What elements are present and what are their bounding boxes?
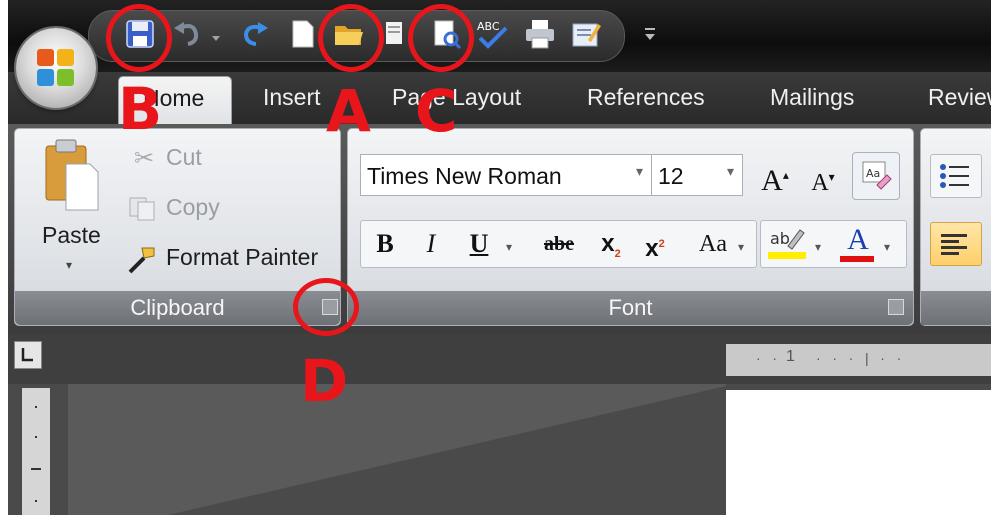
tab-mailings[interactable]: Mailings (770, 84, 854, 111)
font-group-label: Font (348, 291, 913, 325)
paste-clipboard-icon (45, 139, 99, 211)
horizontal-ruler[interactable]: · · 1 · · · | · · (726, 344, 991, 376)
paste-button[interactable]: Paste ▾ (32, 138, 118, 278)
superscript-label: x (645, 235, 659, 262)
paragraph-group-label (921, 291, 991, 325)
change-case-button[interactable]: Aa (688, 222, 738, 266)
office-logo-icon (37, 49, 74, 86)
annotation-label-c: C (415, 77, 458, 145)
scissors-icon: ✂ (134, 144, 155, 172)
paste-label: Paste (42, 222, 101, 248)
underline-dropdown-icon[interactable]: ▾ (506, 240, 512, 254)
grow-font-button[interactable]: A▴ (752, 154, 798, 197)
italic-button[interactable]: I (410, 222, 452, 266)
redo-icon[interactable] (236, 16, 272, 52)
clear-formatting-icon: Aa (862, 161, 892, 190)
font-size-value: 12 (658, 163, 684, 189)
cut-label: Cut (166, 144, 202, 170)
bullets-button[interactable] (930, 154, 982, 198)
svg-text:ab: ab (770, 229, 790, 248)
format-painter-label: Format Painter (166, 244, 319, 270)
svg-text:ABC: ABC (477, 20, 500, 33)
tab-insert[interactable]: Insert (263, 84, 321, 111)
print-icon[interactable] (522, 16, 558, 52)
format-painter-button[interactable]: Format Painter (124, 242, 334, 276)
paste-dropdown-icon: ▾ (66, 258, 73, 272)
change-case-dropdown-icon[interactable]: ▾ (738, 240, 744, 254)
annotation-label-d: D (300, 347, 349, 415)
underline-button[interactable]: U (458, 222, 500, 266)
font-size-dropdown-icon[interactable]: ▾ (727, 164, 734, 180)
font-name-dropdown-icon[interactable]: ▾ (636, 164, 643, 180)
vertical-ruler-ticks (31, 406, 41, 502)
ruler-tick-dots-2: · · · | · · (816, 350, 902, 366)
annotation-ring-a (318, 4, 384, 72)
cut-button[interactable]: ✂ Cut (128, 142, 328, 176)
quick-print-icon[interactable] (568, 16, 604, 52)
font-name-combo[interactable]: Times New Roman ▾ (360, 154, 652, 196)
annotation-label-a: A (326, 77, 371, 145)
clipboard-group-label: Clipboard (15, 291, 340, 325)
bullets-icon (940, 164, 969, 188)
tab-stop-selector[interactable] (14, 341, 42, 369)
subscript-button[interactable]: x2 (592, 222, 630, 266)
document-page[interactable] (726, 390, 991, 515)
annotation-ring-c (408, 4, 474, 72)
office-button[interactable] (16, 28, 96, 108)
clear-formatting-button[interactable]: Aa (852, 152, 900, 200)
ruler-mark: 1 (786, 348, 795, 365)
annotation-ring-d (293, 278, 359, 336)
shrink-font-button[interactable]: A▾ (802, 154, 844, 196)
copy-label: Copy (166, 194, 220, 220)
shrink-font-label: A (811, 170, 829, 196)
annotation-label-b: B (118, 75, 163, 143)
subscript-label: x (601, 230, 615, 257)
customize-qat-icon[interactable] (642, 24, 658, 46)
font-size-combo[interactable]: 12 ▾ (651, 154, 743, 196)
font-color-swatch (840, 256, 874, 262)
copy-icon (129, 197, 155, 221)
superscript-button[interactable]: x2 (636, 222, 674, 266)
font-color-dropdown-icon[interactable]: ▾ (884, 240, 890, 254)
bold-button[interactable]: B (364, 222, 406, 266)
tab-review[interactable]: Review (928, 84, 991, 111)
grow-font-label: A (761, 164, 783, 197)
highlight-color-button[interactable]: ab (766, 224, 810, 262)
undo-icon[interactable] (170, 16, 206, 52)
ruler-tick-dots: · · (756, 350, 777, 366)
font-color-button[interactable]: A (836, 222, 880, 264)
align-left-icon (941, 234, 967, 255)
font-name-value: Times New Roman (367, 163, 562, 189)
spelling-check-icon[interactable]: ABC (474, 16, 510, 52)
new-document-icon[interactable] (284, 16, 320, 52)
copy-button[interactable]: Copy (128, 192, 328, 226)
highlight-dropdown-icon[interactable]: ▾ (815, 240, 821, 254)
text-highlight-icon: ab (768, 229, 806, 259)
font-color-label: A (847, 223, 869, 256)
strikethrough-button[interactable]: abe (530, 222, 588, 266)
tab-stop-left-icon (21, 348, 33, 362)
undo-dropdown-icon[interactable] (210, 30, 222, 42)
annotation-ring-b (106, 4, 172, 72)
vertical-ruler[interactable] (22, 388, 50, 515)
tab-references[interactable]: References (587, 84, 705, 111)
svg-text:Aa: Aa (866, 167, 880, 180)
font-dialog-launcher-icon[interactable] (888, 299, 904, 315)
align-left-button[interactable] (930, 222, 982, 266)
paintbrush-icon (128, 247, 155, 274)
